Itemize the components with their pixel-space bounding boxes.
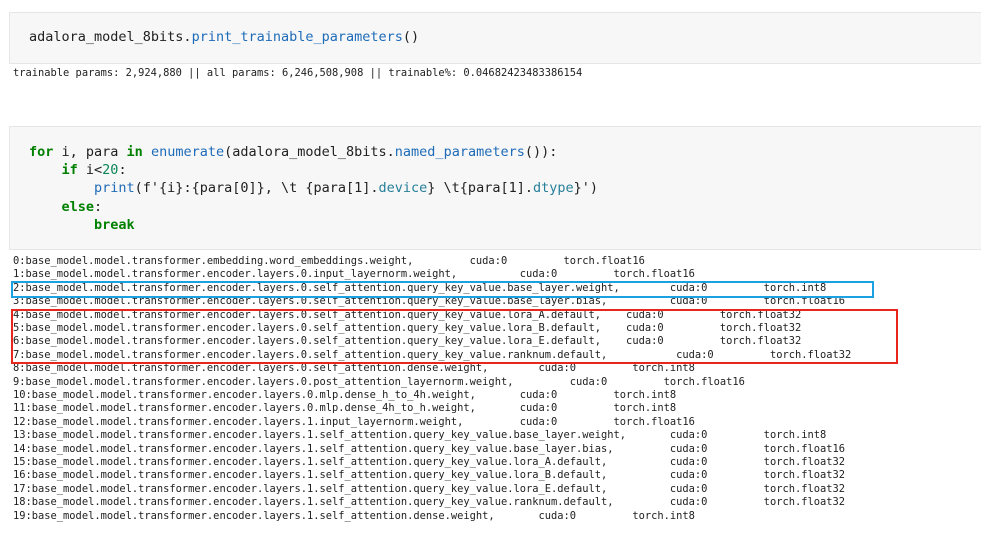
output-line: 8:base_model.model.transformer.encoder.l… <box>13 362 695 375</box>
code-token: }') <box>573 180 598 197</box>
code-line: break <box>29 217 135 233</box>
code-cell-2[interactable]: for i, para in enumerate(adalora_model_8… <box>9 126 981 250</box>
code-token: else <box>61 198 95 215</box>
output-line: 9:base_model.model.transformer.encoder.l… <box>13 375 745 388</box>
output-line: 19:base_model.model.transformer.encoder.… <box>13 509 695 522</box>
red-highlight-box <box>11 309 898 364</box>
code-token: i, para <box>53 144 127 160</box>
code-cell-1[interactable]: adalora_model_8bits.print_trainable_para… <box>9 12 981 64</box>
output-line: 0:base_model.model.transformer.embedding… <box>13 255 645 267</box>
code-token: (f'{i}:{para[0]}, \t {para[1]. <box>134 180 379 197</box>
output-line: 10:base_model.model.transformer.encoder.… <box>13 389 677 401</box>
code-line: else: <box>29 198 103 215</box>
blue-highlight-box <box>11 281 874 298</box>
code-token: in <box>126 144 143 160</box>
code-line: if i<20: <box>29 162 127 178</box>
code-token: 20 <box>102 162 119 179</box>
output-line: 17:base_model.model.transformer.encoder.… <box>13 482 846 495</box>
output-line: 18:base_model.model.transformer.encoder.… <box>13 496 846 509</box>
code-line: print(f'{i}:{para[0]}, \t {para[1].devic… <box>29 180 598 196</box>
cell-1-output: trainable params: 2,924,880 || all param… <box>13 67 583 79</box>
output-line: 11:base_model.model.transformer.encoder.… <box>13 402 677 415</box>
output-line: 1:base_model.model.transformer.encoder.l… <box>13 268 695 281</box>
output-line: 16:base_model.model.transformer.encoder.… <box>13 469 846 482</box>
code-token: : <box>94 198 103 215</box>
code-token: print_trainable_parameters <box>191 29 403 45</box>
output-line: 12:base_model.model.transformer.encoder.… <box>13 415 695 428</box>
code-token: adalora_model_8bits. <box>29 29 192 45</box>
code-token: : <box>118 162 127 179</box>
code-token: device <box>378 180 428 197</box>
output-line: 13:base_model.model.transformer.encoder.… <box>13 429 827 442</box>
code-token: (adalora_model_8bits. <box>224 144 395 160</box>
code-token: print <box>94 180 135 197</box>
code-token: for <box>29 144 54 160</box>
code-line: for i, para in enumerate(adalora_model_8… <box>29 144 557 160</box>
code-line: adalora_model_8bits.print_trainable_para… <box>29 29 419 45</box>
code-token: } \t{para[1]. <box>427 180 533 197</box>
code-token: named_parameters <box>394 144 525 160</box>
code-token: () <box>402 29 420 45</box>
output-line: 14:base_model.model.transformer.encoder.… <box>13 442 846 455</box>
code-token: break <box>94 216 135 233</box>
code-token: dtype <box>532 180 574 197</box>
output-line: 15:base_model.model.transformer.encoder.… <box>13 456 846 468</box>
code-token: ()): <box>524 144 558 160</box>
code-token: if <box>61 162 78 179</box>
code-token: enumerate <box>150 144 225 160</box>
code-token: i< <box>77 162 103 179</box>
